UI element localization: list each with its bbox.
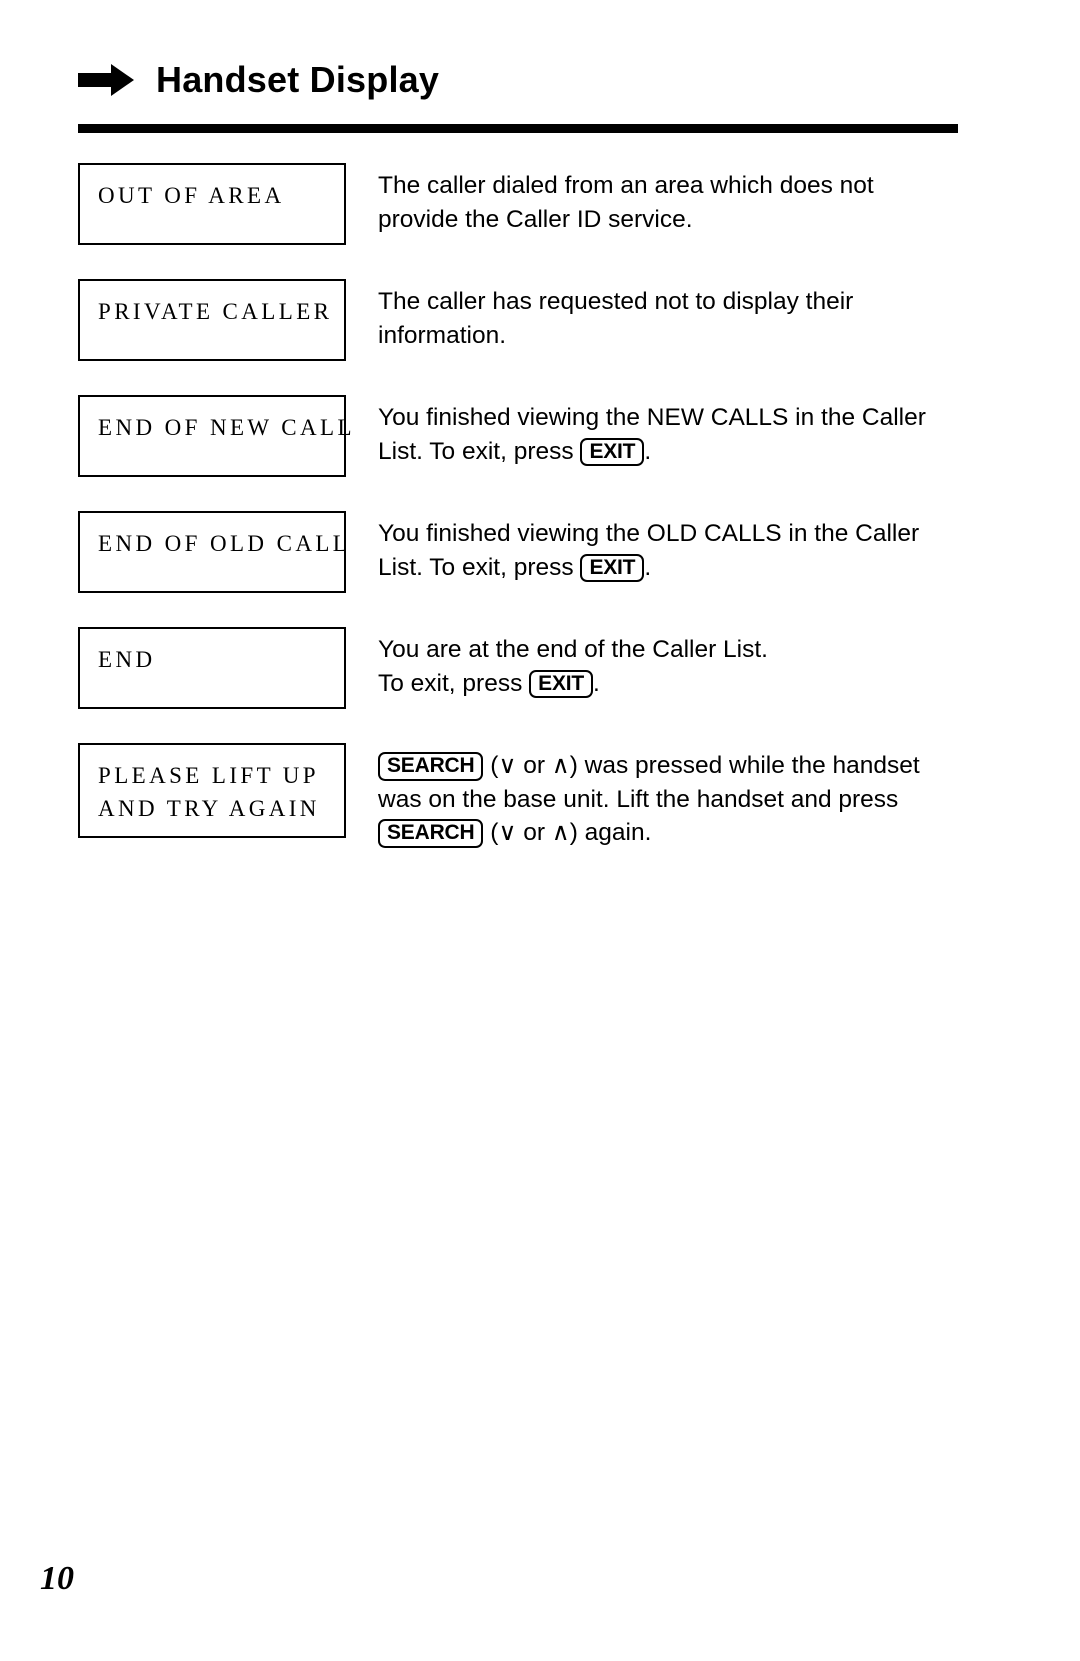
description-paragraph: SEARCH (∨ or ∧) was pressed while the ha… bbox=[378, 749, 958, 850]
description-text: The caller dialed from an area which doe… bbox=[378, 172, 874, 233]
lcd-display-box: PLEASE LIFT UP AND TRY AGAIN bbox=[78, 743, 346, 838]
message-description: SEARCH (∨ or ∧) was pressed while the ha… bbox=[346, 743, 958, 850]
table-row: END OF NEW CALL You finished viewing the … bbox=[78, 395, 958, 477]
description-text: You are at the end of the Caller List. bbox=[378, 636, 768, 663]
description-text: . bbox=[644, 553, 652, 581]
document-page: Handset Display OUT OF AREA The caller di… bbox=[0, 0, 1080, 1661]
lcd-display-box: END OF OLD CALL bbox=[78, 511, 351, 593]
lcd-display-box: OUT OF AREA bbox=[78, 163, 346, 245]
message-description: The caller dialed from an area which doe… bbox=[346, 163, 958, 236]
lcd-display-box: END bbox=[78, 627, 346, 709]
message-description: You are at the end of the Caller List. To… bbox=[346, 627, 958, 700]
description-text: (∨ or ∧) again. bbox=[483, 819, 652, 847]
lcd-display-line: PRIVATE CALLER bbox=[98, 299, 333, 324]
right-arrow-icon bbox=[78, 64, 134, 96]
description-paragraph: The caller has requested not to display … bbox=[378, 285, 958, 352]
description-text: . bbox=[644, 437, 652, 465]
lcd-display-box: PRIVATE CALLER bbox=[78, 279, 346, 361]
table-row: END You are at the end of the Caller List… bbox=[78, 627, 958, 709]
table-row: PLEASE LIFT UP AND TRY AGAIN SEARCH (∨ or … bbox=[78, 743, 958, 850]
page-number: 10 bbox=[40, 1560, 74, 1597]
lcd-display-line: END OF NEW CALL bbox=[98, 415, 355, 440]
description-text: . bbox=[593, 669, 600, 697]
description-paragraph: You finished viewing the OLD CALLS in th… bbox=[378, 517, 958, 584]
message-description: You finished viewing the OLD CALLS in th… bbox=[346, 511, 958, 584]
message-description: The caller has requested not to display … bbox=[346, 279, 958, 352]
lcd-display-line: PLEASE LIFT UP bbox=[98, 763, 319, 788]
page-title: Handset Display bbox=[156, 59, 440, 100]
description-text: You finished viewing the NEW CALLS in th… bbox=[378, 404, 926, 465]
table-row: PRIVATE CALLER The caller has requested n… bbox=[78, 279, 958, 361]
keycap-exit[interactable]: EXIT bbox=[580, 553, 645, 583]
header-divider bbox=[78, 124, 958, 133]
keycap-search[interactable]: SEARCH bbox=[378, 819, 484, 848]
display-message-table: OUT OF AREA The caller dialed from an are… bbox=[78, 163, 958, 884]
keycap-exit[interactable]: EXIT bbox=[529, 669, 594, 699]
lcd-display-line: OUT OF AREA bbox=[98, 183, 285, 208]
lcd-display-line: END OF OLD CALL bbox=[98, 531, 351, 556]
lcd-display-line: AND TRY AGAIN bbox=[98, 796, 320, 822]
table-row: END OF OLD CALL You finished viewing the … bbox=[78, 511, 958, 593]
table-row: OUT OF AREA The caller dialed from an are… bbox=[78, 163, 958, 245]
description-paragraph: You finished viewing the NEW CALLS in th… bbox=[378, 401, 958, 468]
keycap-exit[interactable]: EXIT bbox=[580, 437, 645, 467]
description-text: To exit, press bbox=[378, 669, 530, 697]
lcd-display-box: END OF NEW CALL bbox=[78, 395, 355, 477]
lcd-display-line: END bbox=[98, 647, 156, 672]
keycap-search[interactable]: SEARCH bbox=[378, 752, 484, 781]
page-header: Handset Display bbox=[78, 62, 958, 98]
description-text: The caller has requested not to display … bbox=[378, 288, 854, 349]
message-description: You finished viewing the NEW CALLS in th… bbox=[346, 395, 958, 468]
description-paragraph: The caller dialed from an area which doe… bbox=[378, 169, 958, 236]
description-paragraph: You are at the end of the Caller List. To… bbox=[378, 633, 958, 700]
